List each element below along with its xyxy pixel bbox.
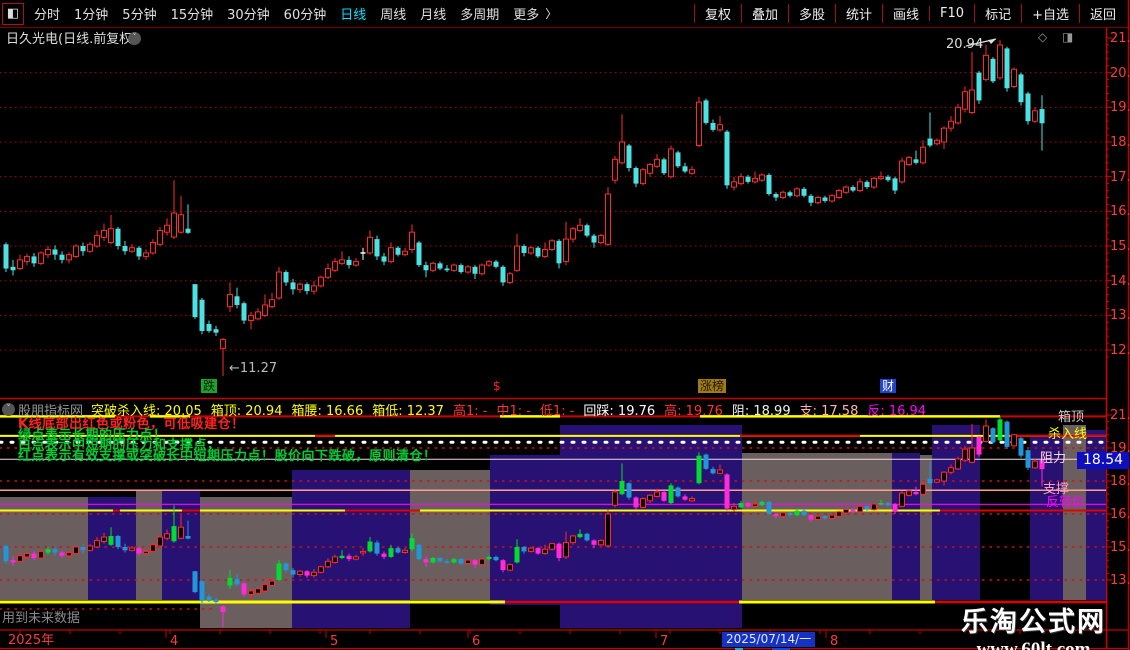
main-axis-label: 13.00 [1110,308,1130,324]
line-label-阻力: 阻力 [1040,451,1067,466]
month-label-8: 8 [830,634,839,649]
event-badge-跌[interactable]: 跌 [201,379,218,393]
main-axis-label: 18.00 [1110,135,1130,150]
indicator-note: 红点表示有效支撑或突破长中短期压力点！股价向下跌破，原则清仓！ [18,448,437,464]
sub-axis-label: 21.00 [1110,408,1130,423]
watermark-url: www.60lt.com [976,639,1091,650]
indicator-field: 低1: - [539,404,575,419]
month-label-7: 7 [660,634,669,649]
main-axis-label: 21.00 [1110,31,1130,46]
selected-date-label: 2025/07/14/一 [722,632,816,647]
line-label-箱顶: 箱顶 [1058,410,1085,425]
line-label-杀入线: 杀入线 [1048,427,1088,442]
event-badge-财[interactable]: 财 [880,379,897,393]
event-badge-$[interactable]: $ [491,379,503,393]
low-price-annotation: ←11.27 [229,361,278,376]
main-axis-label: 20.00 [1110,65,1130,81]
chart-canvas[interactable] [0,0,1130,650]
main-axis-label: 17.00 [1110,169,1130,185]
sub-axis-label: 13.50 [1110,573,1130,588]
indicator-field: 反: 16.94 [867,404,927,419]
month-label-5: 5 [330,634,339,649]
month-label-4: 4 [170,634,179,649]
future-data-note: 用到未来数据 [2,611,81,626]
indicator-field: 高1: - [452,404,488,419]
main-axis-label: 14.00 [1110,273,1130,289]
main-axis-label: 12.00 [1110,343,1130,359]
indicator-field: 箱低: 12.37 [372,404,444,419]
sub-axis-label: 18.00 [1110,474,1130,489]
high-price-annotation: 20.94 [946,37,984,52]
indicator-field: 高: 19.76 [664,404,723,419]
main-axis-label: 15.00 [1110,239,1130,255]
line-label-反转价: 反转价 [1046,495,1086,510]
watermark-site-name: 乐淘公式网 [961,607,1106,638]
event-badge-涨榜[interactable]: 涨榜 [698,379,727,393]
current-price-badge: 18.54 [1077,452,1129,469]
app-window: { "menubar": { "window_icon": "split-pan… [0,0,1130,650]
indicator-field: 中1: - [496,404,531,419]
indicator-field: 箱腰: 16.66 [291,404,364,419]
sub-axis-label: 16.50 [1110,507,1130,522]
indicator-field: 支: 17.58 [799,404,859,419]
month-label-6: 6 [472,634,481,649]
sub-axis-label: 15.00 [1110,540,1130,555]
main-axis-label: 16.00 [1110,204,1130,220]
year-label: 2025年 [8,633,55,648]
main-axis-label: 19.00 [1110,100,1130,116]
collapse-chevron-icon[interactable]: ˅ [2,403,15,416]
watermark: 乐淘公式网 www.60lt.com [961,600,1106,650]
indicator-field: 回踩: 19.76 [583,404,656,419]
indicator-field: 阻: 18.99 [731,404,791,419]
